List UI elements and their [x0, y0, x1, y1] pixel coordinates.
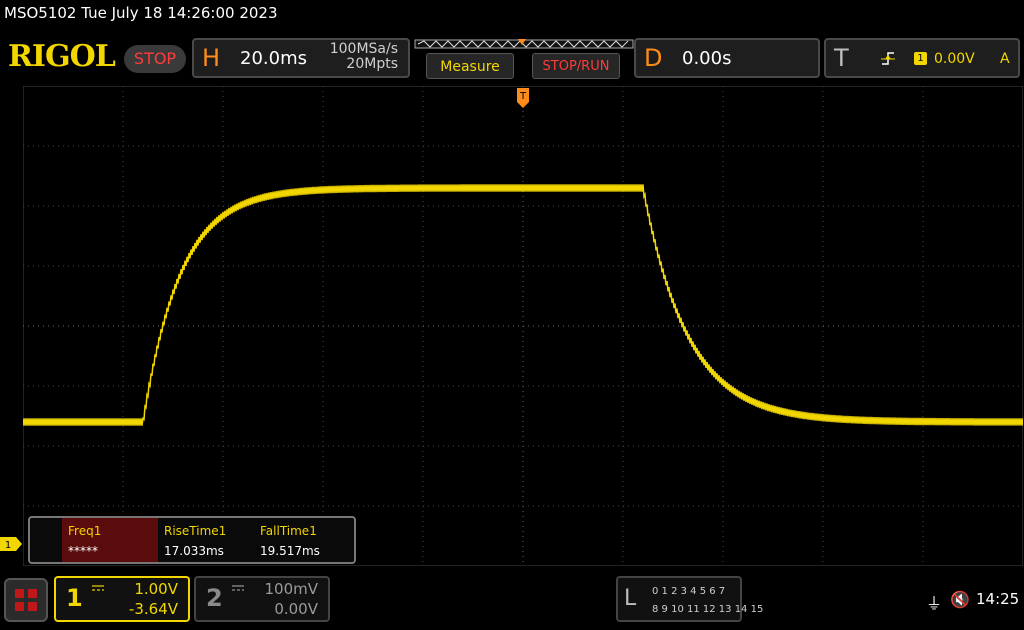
measurement-value: 19.517ms: [260, 544, 320, 558]
window-title: MSO5102 Tue July 18 14:26:00 2023: [4, 4, 278, 22]
ch2-number: 2: [206, 584, 223, 612]
measurement-value: *****: [68, 544, 98, 558]
ch1-number: 1: [66, 584, 83, 612]
ch1-offset: -3.64V: [128, 600, 178, 618]
svg-text:T: T: [519, 91, 527, 102]
trigger-source-badge: 1: [914, 52, 927, 65]
measurement-panel[interactable]: Freq1 ***** RiseTime1 17.033ms FallTime1…: [28, 516, 356, 564]
logic-analyzer-panel[interactable]: L 0 1 2 3 4 5 6 7 8 9 10 11 12 13 14 15: [616, 576, 763, 622]
logic-analyzer-label: L: [624, 586, 637, 611]
ch2-scale: 100mV: [264, 580, 318, 598]
timebase-value: 20.0ms: [240, 48, 307, 69]
rising-edge-icon: [881, 52, 895, 65]
delay-value: 0.00s: [682, 48, 732, 69]
measure-button[interactable]: Measure: [426, 53, 514, 79]
trigger-level: 0.00V: [934, 51, 975, 67]
trigger-label: T: [834, 44, 849, 72]
trigger-panel[interactable]: T 1 0.00V A: [824, 38, 1020, 78]
dc-coupling-icon: [232, 585, 244, 591]
memory-timeline[interactable]: [414, 38, 634, 50]
measurement-rise-time[interactable]: RiseTime1 17.033ms: [158, 518, 254, 562]
ch1-offset-marker[interactable]: 1: [0, 537, 22, 551]
grid-menu-icon: [15, 589, 37, 611]
digital-channels-row2: 8 9 10 11 12 13 14 15: [652, 604, 764, 615]
delay-label: D: [644, 44, 663, 72]
ch1-marker-label: 1: [5, 540, 11, 551]
ch2-panel[interactable]: 2 100mV 0.00V: [194, 576, 330, 622]
delay-panel[interactable]: D 0.00s: [634, 38, 820, 78]
ch1-trace: [23, 184, 1023, 426]
ch1-panel[interactable]: 1 1.00V -3.64V: [54, 576, 190, 622]
acquisition-info: 100MSa/s 20Mpts: [330, 42, 398, 72]
stop-run-button[interactable]: STOP/RUN: [532, 53, 620, 79]
measurement-label: Freq1: [68, 524, 102, 538]
usb-icon: ⏚: [926, 594, 943, 613]
measurement-fall-time[interactable]: FallTime1 19.517ms: [254, 518, 350, 562]
measurement-label: RiseTime1: [164, 524, 227, 538]
status-clock: 14:25: [976, 590, 1020, 608]
ch2-offset: 0.00V: [274, 600, 318, 618]
digital-channels-row1: 0 1 2 3 4 5 6 7: [652, 586, 726, 597]
sample-rate: 100MSa/s: [329, 41, 398, 57]
measurement-label: FallTime1: [260, 524, 317, 538]
horizontal-panel[interactable]: H 20.0ms 100MSa/s 20Mpts: [192, 38, 410, 78]
speaker-muted-icon[interactable]: 🔇: [950, 590, 970, 609]
trigger-marker-icon: T: [517, 88, 529, 108]
horizontal-label: H: [202, 44, 221, 72]
ch1-scale: 1.00V: [134, 580, 178, 598]
main-menu-button[interactable]: [4, 578, 48, 622]
rigol-logo: RIGOL: [8, 39, 116, 74]
dc-coupling-icon: [92, 585, 104, 591]
measurement-value: 17.033ms: [164, 544, 224, 558]
waveform-display[interactable]: T: [23, 86, 1023, 566]
memory-depth: 20Mpts: [346, 56, 398, 72]
trigger-mode: A: [1000, 51, 1010, 67]
measurement-freq[interactable]: Freq1 *****: [62, 518, 158, 562]
run-state-badge[interactable]: STOP: [124, 45, 186, 73]
graticule: [23, 86, 1023, 566]
